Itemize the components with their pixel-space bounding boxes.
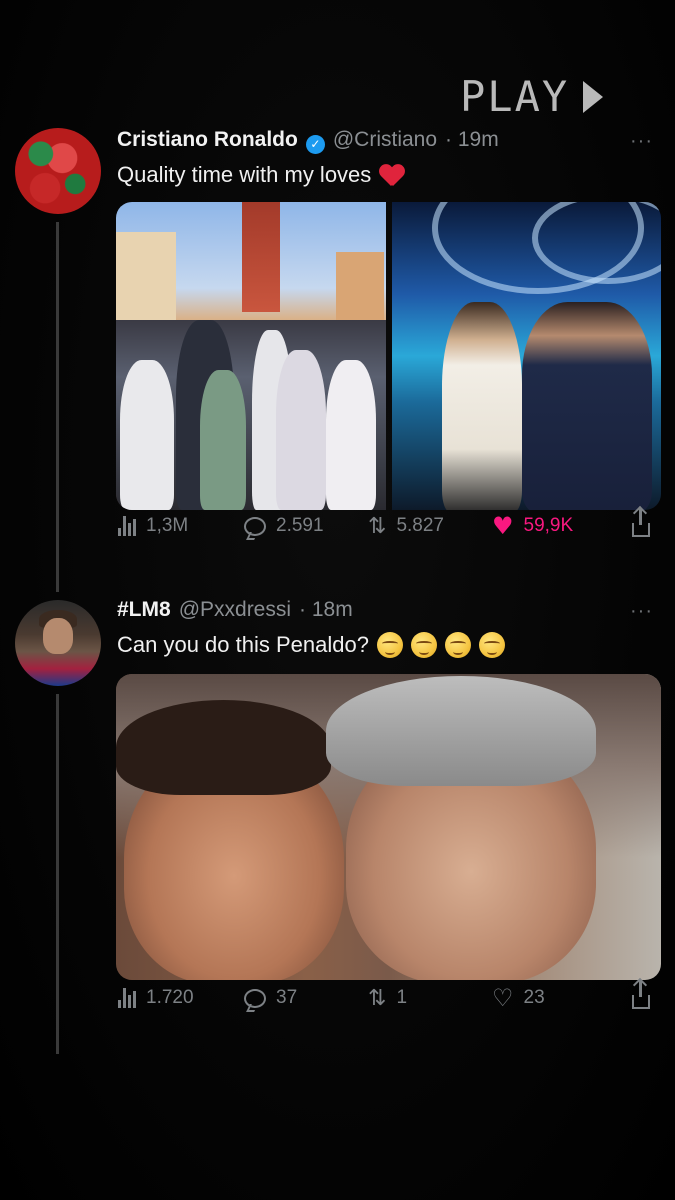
- share-button[interactable]: [632, 509, 650, 537]
- video-frame: PLAY Cristiano Ronaldo ✓ @Cristiano · 19…: [0, 0, 675, 1200]
- like-button[interactable]: ♡ 23: [492, 986, 545, 1010]
- reply-button[interactable]: 37: [244, 987, 297, 1009]
- more-options-icon[interactable]: ···: [630, 600, 653, 623]
- thread-line: [56, 222, 59, 592]
- relieved-face-emoji-icon: [410, 632, 437, 658]
- play-overlay: PLAY: [460, 72, 604, 121]
- tweet-media[interactable]: [116, 674, 661, 980]
- red-heart-emoji-icon: [379, 163, 405, 187]
- like-count: 23: [523, 987, 545, 1008]
- retweet-icon: ⇅: [368, 513, 387, 539]
- tweet-body: Can you do this Penaldo?: [117, 632, 369, 657]
- bar-chart-icon: [118, 516, 136, 536]
- bar-chart-icon: [118, 988, 136, 1008]
- relieved-face-emoji-icon: [478, 632, 505, 658]
- author-name[interactable]: Cristiano Ronaldo: [117, 128, 298, 152]
- tweet-media-grid[interactable]: [116, 202, 661, 510]
- author-name[interactable]: #LM8: [117, 598, 171, 622]
- more-options-icon[interactable]: ···: [630, 130, 653, 153]
- heart-outline-icon: ♡: [492, 984, 514, 1012]
- relieved-face-emoji-icon: [376, 632, 403, 658]
- heart-filled-icon: ♥: [492, 512, 514, 540]
- photo-family[interactable]: [116, 202, 386, 510]
- avatar[interactable]: [15, 128, 101, 214]
- verified-badge-icon: ✓: [305, 134, 325, 154]
- reply-bubble-icon: [244, 988, 266, 1008]
- tweet-text: Can you do this Penaldo?: [117, 632, 505, 658]
- thread-line: [56, 694, 59, 1054]
- retweet-button[interactable]: ⇅ 5.827: [368, 514, 444, 539]
- play-triangle-icon: [583, 80, 604, 113]
- views-count: 1.720: [146, 987, 194, 1008]
- like-count: 59,9K: [523, 515, 574, 536]
- play-label: PLAY: [460, 72, 570, 121]
- author-handle[interactable]: @Cristiano: [333, 128, 437, 152]
- views-stat[interactable]: 1.720: [118, 987, 194, 1009]
- tweet-body: Quality time with my loves: [117, 162, 372, 187]
- views-stat[interactable]: 1,3M: [118, 515, 188, 537]
- reply-button[interactable]: 2.591: [244, 515, 324, 537]
- share-button[interactable]: [632, 981, 650, 1009]
- avatar[interactable]: [15, 600, 101, 686]
- reply-bubble-icon: [244, 516, 266, 536]
- share-icon: [632, 509, 650, 537]
- tweet-time: · 19m: [445, 128, 499, 151]
- reply-count: 2.591: [276, 515, 324, 536]
- retweet-button[interactable]: ⇅ 1: [368, 986, 407, 1011]
- tweet-time: · 18m: [299, 598, 353, 621]
- retweet-count: 5.827: [396, 515, 444, 536]
- like-button[interactable]: ♥ 59,9K: [492, 514, 573, 538]
- relieved-face-emoji-icon: [444, 632, 471, 658]
- tweet-header: Cristiano Ronaldo ✓ @Cristiano · 19m: [117, 128, 499, 154]
- retweet-icon: ⇅: [368, 985, 387, 1011]
- tweet-text: Quality time with my loves: [117, 162, 405, 188]
- author-handle[interactable]: @Pxxdressi: [179, 598, 291, 622]
- share-icon: [632, 981, 650, 1009]
- photo-couple[interactable]: [391, 202, 661, 510]
- tweet-header: #LM8 @Pxxdressi · 18m: [117, 598, 353, 622]
- views-count: 1,3M: [146, 515, 189, 536]
- reply-count: 37: [276, 987, 298, 1008]
- retweet-count: 1: [396, 987, 408, 1008]
